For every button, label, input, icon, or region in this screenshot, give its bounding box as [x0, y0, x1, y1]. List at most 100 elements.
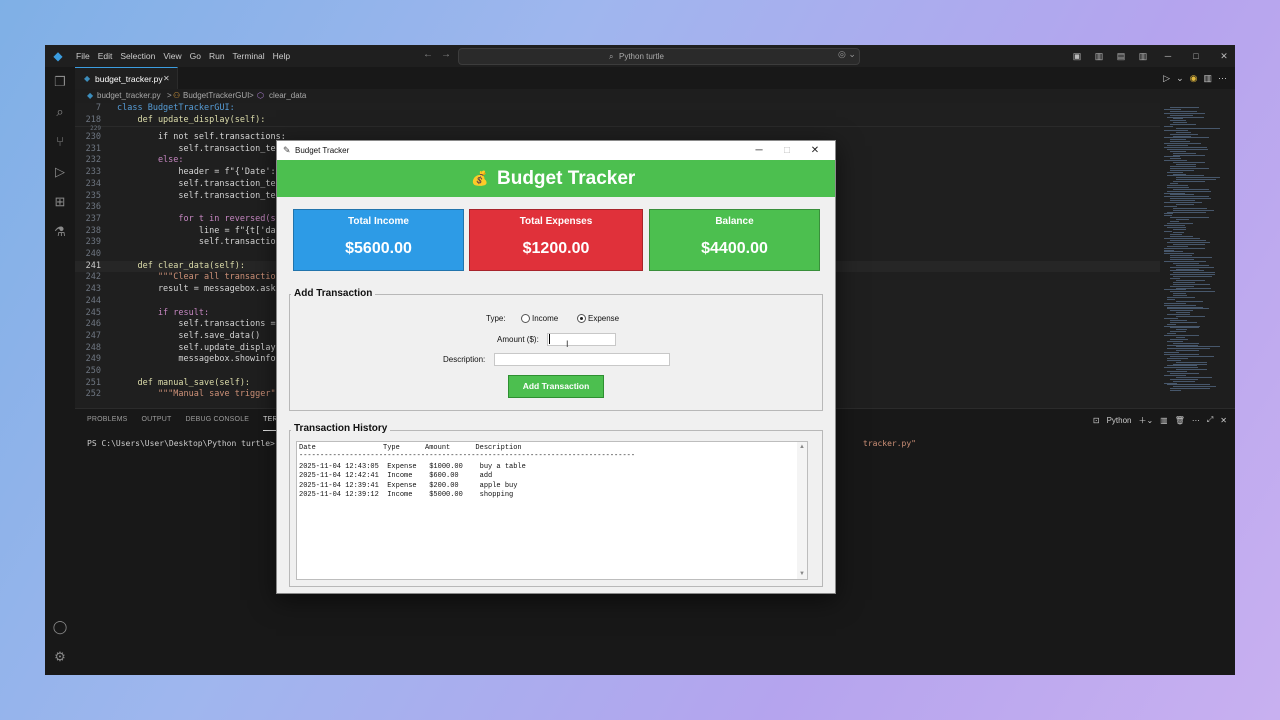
minimap-line: [1164, 253, 1194, 255]
minimap-line: [1167, 323, 1176, 325]
menu-terminal[interactable]: Terminal: [229, 45, 269, 67]
minimize-icon[interactable]: ─: [745, 141, 773, 160]
card-label: Total Income: [348, 216, 409, 227]
toggle-sidebar-icon[interactable]: ▥: [1091, 45, 1107, 67]
amount-input[interactable]: [547, 333, 616, 346]
minimap[interactable]: [1160, 103, 1235, 408]
window-title-bar[interactable]: ✎ Budget Tracker ─ □ ✕: [277, 141, 835, 160]
minimap-line: [1173, 281, 1195, 283]
minimap-line: [1170, 167, 1209, 169]
minimap-line: [1164, 354, 1199, 355]
menu-view[interactable]: View: [159, 45, 185, 67]
menu-file[interactable]: File: [72, 45, 94, 67]
maximize-icon[interactable]: □: [1185, 45, 1207, 67]
minimap-line: [1167, 184, 1188, 186]
menu-selection[interactable]: Selection: [116, 45, 159, 67]
search-icon: ⌕: [609, 52, 614, 61]
testing-icon[interactable]: ⚗: [52, 224, 68, 240]
breadcrumb-class[interactable]: BudgetTrackerGUI: [183, 89, 249, 103]
add-transaction-button[interactable]: Add Transaction: [508, 375, 604, 398]
minimap-line: [1170, 390, 1181, 392]
history-row: 2025-11-04 12:39:12 Income $5000.00 shop…: [299, 490, 514, 499]
minimap-line: [1170, 291, 1215, 293]
minimap-line: [1176, 350, 1199, 352]
nav-arrows[interactable]: ←→: [423, 49, 459, 60]
minimap-line: [1170, 141, 1190, 143]
terminal-prompt[interactable]: PS C:\Users\User\Desktop\Python turtle> …: [87, 439, 299, 448]
menu-run[interactable]: Run: [205, 45, 229, 67]
window-title: Budget Tracker: [295, 146, 350, 155]
breadcrumb-separator: >: [167, 91, 172, 100]
balance-card: Balance $4400.00: [649, 209, 820, 271]
minimap-line: [1164, 126, 1173, 127]
menu-go[interactable]: Go: [186, 45, 205, 67]
minimap-line: [1173, 135, 1191, 137]
extensions-icon[interactable]: ⊞: [52, 194, 68, 210]
tab-output[interactable]: OUTPUT: [142, 409, 172, 431]
amount-label: Amount ($):: [497, 335, 539, 344]
close-icon[interactable]: ✕: [1213, 45, 1235, 67]
minimap-line: [1170, 183, 1178, 184]
breadcrumb-file[interactable]: budget_tracker.py: [97, 89, 161, 103]
minimap-line: [1170, 373, 1199, 374]
minimap-line: [1167, 357, 1188, 359]
menu-edit[interactable]: Edit: [94, 45, 117, 67]
minimap-line: [1164, 205, 1177, 207]
scroll-up-arrow-icon[interactable]: ▲: [799, 444, 805, 450]
command-center-search[interactable]: ⌕ Python turtle: [458, 48, 860, 65]
expense-radio-label[interactable]: Expense: [588, 314, 619, 323]
search-view-icon[interactable]: ⌕: [52, 104, 68, 120]
minimap-line: [1170, 234, 1182, 236]
trash-icon[interactable]: 🗑: [1175, 416, 1185, 425]
layout-icon[interactable]: ▣: [1069, 45, 1085, 67]
card-value: $4400.00: [701, 240, 768, 257]
minimap-line: [1167, 298, 1175, 300]
minimap-line: [1173, 118, 1183, 120]
tab-problems[interactable]: PROBLEMS: [87, 409, 128, 431]
split-terminal-icon[interactable]: ▥: [1160, 416, 1168, 425]
explorer-icon[interactable]: ❐: [52, 74, 68, 90]
transaction-history-text[interactable]: Date Type Amount Description -----------…: [296, 441, 808, 580]
minimap-line: [1167, 175, 1204, 177]
new-terminal-icon[interactable]: ＋⌄: [1138, 415, 1153, 426]
minimize-icon[interactable]: ─: [1157, 45, 1179, 67]
menu-help[interactable]: Help: [269, 45, 294, 67]
maximize-panel-icon[interactable]: ⤢: [1207, 415, 1213, 425]
settings-gear-icon[interactable]: ⚙: [52, 649, 68, 665]
income-radio-label[interactable]: Income: [532, 314, 558, 323]
run-icon[interactable]: ▷: [1163, 73, 1170, 84]
more-actions-icon[interactable]: ⋯: [1218, 73, 1227, 84]
card-value: $1200.00: [522, 240, 590, 257]
total-expenses-card: Total Expenses $1200.00: [469, 209, 643, 271]
back-arrow-icon[interactable]: ←: [423, 49, 441, 60]
breadcrumb-method[interactable]: clear_data: [269, 89, 306, 103]
chevron-down-icon[interactable]: ⌄: [1176, 73, 1184, 84]
source-control-icon[interactable]: ⑂: [52, 134, 68, 150]
history-scrollbar[interactable]: ▲ ▼: [797, 442, 807, 579]
minimap-line: [1170, 124, 1196, 126]
record-icon[interactable]: ◉: [1190, 73, 1198, 84]
scroll-down-arrow-icon[interactable]: ▼: [799, 571, 805, 577]
more-actions-icon[interactable]: ⋯: [1192, 416, 1200, 425]
expense-radio[interactable]: [577, 314, 586, 323]
minimap-line: [1176, 312, 1190, 314]
close-icon[interactable]: ✕: [801, 141, 829, 160]
minimap-line: [1170, 240, 1206, 241]
tab-label: budget_tracker.py: [95, 74, 163, 84]
toggle-panel-icon[interactable]: ▤: [1113, 45, 1129, 67]
terminal-kind[interactable]: Python: [1107, 416, 1132, 425]
description-input[interactable]: [494, 353, 670, 366]
forward-arrow-icon[interactable]: →: [441, 49, 459, 60]
toggle-secondary-sidebar-icon[interactable]: ▥: [1135, 45, 1151, 67]
copilot-icon[interactable]: ◎ ⌄: [838, 49, 856, 60]
split-editor-icon[interactable]: ▥: [1203, 73, 1212, 84]
minimap-line: [1176, 131, 1191, 133]
income-radio[interactable]: [521, 314, 530, 323]
tab-debug-console[interactable]: DEBUG CONSOLE: [185, 409, 249, 431]
minimap-line: [1173, 243, 1205, 245]
account-icon[interactable]: ◯: [52, 619, 68, 635]
close-panel-icon[interactable]: ✕: [1220, 416, 1227, 425]
tab-budget-tracker[interactable]: ◆ budget_tracker.py ✕: [75, 67, 178, 90]
run-debug-icon[interactable]: ▷: [52, 164, 68, 180]
tab-close-icon[interactable]: ✕: [163, 68, 170, 90]
